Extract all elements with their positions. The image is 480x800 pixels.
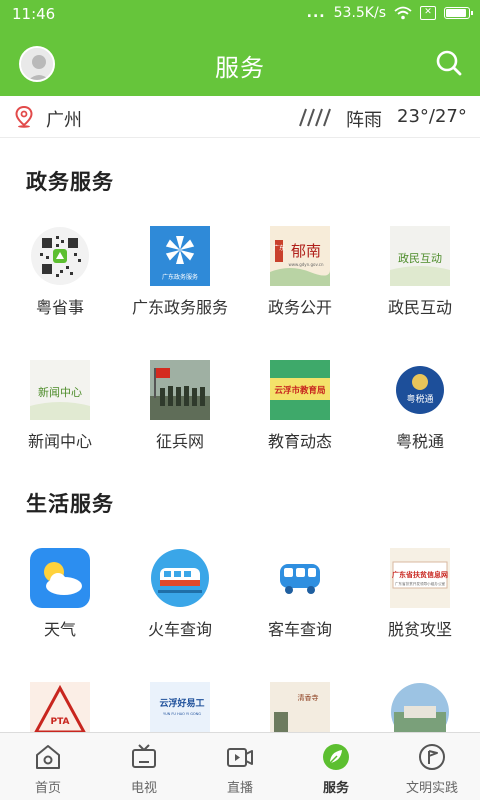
status-bar: 11:46 ... 53.5K/s ✕ xyxy=(0,0,480,28)
interaction-banner-text: 政民互动 xyxy=(398,251,442,265)
location-pin-icon xyxy=(15,106,33,128)
tile-label: 客车查询 xyxy=(267,620,332,639)
nav-label: 直播 xyxy=(226,781,253,796)
status-time: 11:46 xyxy=(12,5,56,23)
no-sim-icon: ✕ xyxy=(420,6,436,20)
status-indicators: ... 53.5K/s ✕ xyxy=(306,5,473,21)
network-speed: 53.5K/s xyxy=(333,5,386,21)
battery-icon xyxy=(444,7,473,19)
rain-icon xyxy=(299,108,331,127)
poverty-banner: 广东省扶贫信息网 广东省扶贫开发领导小组办公室 xyxy=(390,548,450,608)
nav-label: 首页 xyxy=(34,781,61,796)
interaction-banner: 政民互动 xyxy=(390,226,450,286)
service-tile-tax[interactable]: 粤税通 粤税通 xyxy=(360,360,480,470)
news-banner-text: 新闻中心 xyxy=(38,385,82,399)
temple-thumb-text: 清香寺 xyxy=(298,693,319,702)
section-title-gov: 政务服务 xyxy=(26,170,114,194)
weather-condition: 阵雨 xyxy=(346,110,382,131)
nav-item-home[interactable]: 首页 xyxy=(0,733,96,800)
service-tile-education[interactable]: 云浮市教育局 教育动态 xyxy=(240,360,360,470)
train-icon xyxy=(150,548,210,608)
bottom-nav: 首页 电视 直播 服务 文明实践 xyxy=(0,732,480,800)
nav-item-service[interactable]: 服务 xyxy=(288,733,384,800)
yunnan-url: www.gdyn.gov.cn xyxy=(288,262,323,267)
service-tile-interaction[interactable]: 政民互动 政民互动 xyxy=(360,226,480,336)
soldiers-photo xyxy=(150,360,210,420)
tv-icon xyxy=(132,744,156,768)
service-tile-recruitment[interactable]: 征兵网 xyxy=(120,360,240,470)
section-title-life: 生活服务 xyxy=(26,492,114,516)
nav-label: 电视 xyxy=(130,781,157,796)
poverty-banner-sub: 广东省扶贫开发领导小组办公室 xyxy=(395,581,446,586)
service-tile-yueshengshi[interactable]: 粤省事 xyxy=(0,226,120,336)
education-banner: 云浮市教育局 xyxy=(270,360,330,420)
page-title: 服务 xyxy=(215,54,265,82)
gov-service-logo-text: 广东政务服务 xyxy=(162,273,198,281)
temperature-range: 23°/27° xyxy=(397,106,467,127)
nav-item-civilization[interactable]: 文明实践 xyxy=(384,733,480,800)
service-tile-weather[interactable]: 天气 xyxy=(0,548,120,658)
tax-badge-text: 粤税通 xyxy=(406,393,433,405)
nav-label: 服务 xyxy=(322,781,349,796)
qr-code-icon xyxy=(30,226,90,286)
yunnan-prefix: 广东 xyxy=(273,244,285,252)
leaf-service-icon xyxy=(323,744,349,770)
yunfu-job-sub: YUN FU HAO YI GONG xyxy=(163,712,201,716)
service-tile-news-center[interactable]: 新闻中心 新闻中心 xyxy=(0,360,120,470)
tile-label: 新闻中心 xyxy=(27,432,92,451)
wifi-icon xyxy=(394,6,412,20)
tile-label: 火车查询 xyxy=(147,620,212,639)
tile-label: 脱贫攻坚 xyxy=(387,620,452,639)
yunfu-job-text: 云浮好易工 xyxy=(159,697,204,709)
live-video-icon xyxy=(227,748,253,767)
tile-label: 政民互动 xyxy=(387,298,452,317)
yunnan-calligraphy: 郁南 xyxy=(291,242,321,260)
weather-bar[interactable]: 广州 阵雨 23°/27° xyxy=(0,96,480,138)
tile-label: 天气 xyxy=(43,620,76,639)
poverty-banner-text: 广东省扶贫信息网 xyxy=(392,570,448,579)
tile-label: 广东政务服务 xyxy=(131,298,228,317)
service-tile-train[interactable]: 火车查询 xyxy=(120,548,240,658)
service-tile-gov-open[interactable]: 广东 郁南 www.gdyn.gov.cn 政务公开 xyxy=(240,226,360,336)
service-tile-gd-gov-service[interactable]: 广东政务服务 广东政务服务 xyxy=(120,226,240,336)
service-tile-poverty[interactable]: 广东省扶贫信息网 广东省扶贫开发领导小组办公室 脱贫攻坚 xyxy=(360,548,480,658)
city-name: 广州 xyxy=(46,110,82,131)
app-header: 服务 xyxy=(0,28,480,96)
nav-label: 文明实践 xyxy=(405,781,458,796)
nav-item-tv[interactable]: 电视 xyxy=(96,733,192,800)
tile-label: 粤税通 xyxy=(395,432,444,451)
tile-label: 粤省事 xyxy=(35,298,84,317)
search-icon[interactable] xyxy=(434,48,464,78)
education-banner-text: 云浮市教育局 xyxy=(274,385,325,396)
flag-circle-icon xyxy=(419,744,445,770)
tile-label: 教育动态 xyxy=(267,432,332,451)
service-tile-bus[interactable]: 客车查询 xyxy=(240,548,360,658)
notification-dots: ... xyxy=(306,5,326,21)
bus-icon xyxy=(270,548,330,608)
gov-service-logo: 广东政务服务 xyxy=(150,226,210,286)
pta-logo-text: PTA xyxy=(50,717,69,727)
weather-app-icon xyxy=(30,548,90,608)
tax-badge: 粤税通 xyxy=(390,360,450,420)
yunnan-banner: 广东 郁南 www.gdyn.gov.cn xyxy=(270,226,330,286)
home-icon xyxy=(36,745,60,769)
news-banner: 新闻中心 xyxy=(30,360,90,420)
tile-label: 政务公开 xyxy=(267,298,332,317)
tile-label: 征兵网 xyxy=(155,432,204,451)
nav-item-live[interactable]: 直播 xyxy=(192,733,288,800)
